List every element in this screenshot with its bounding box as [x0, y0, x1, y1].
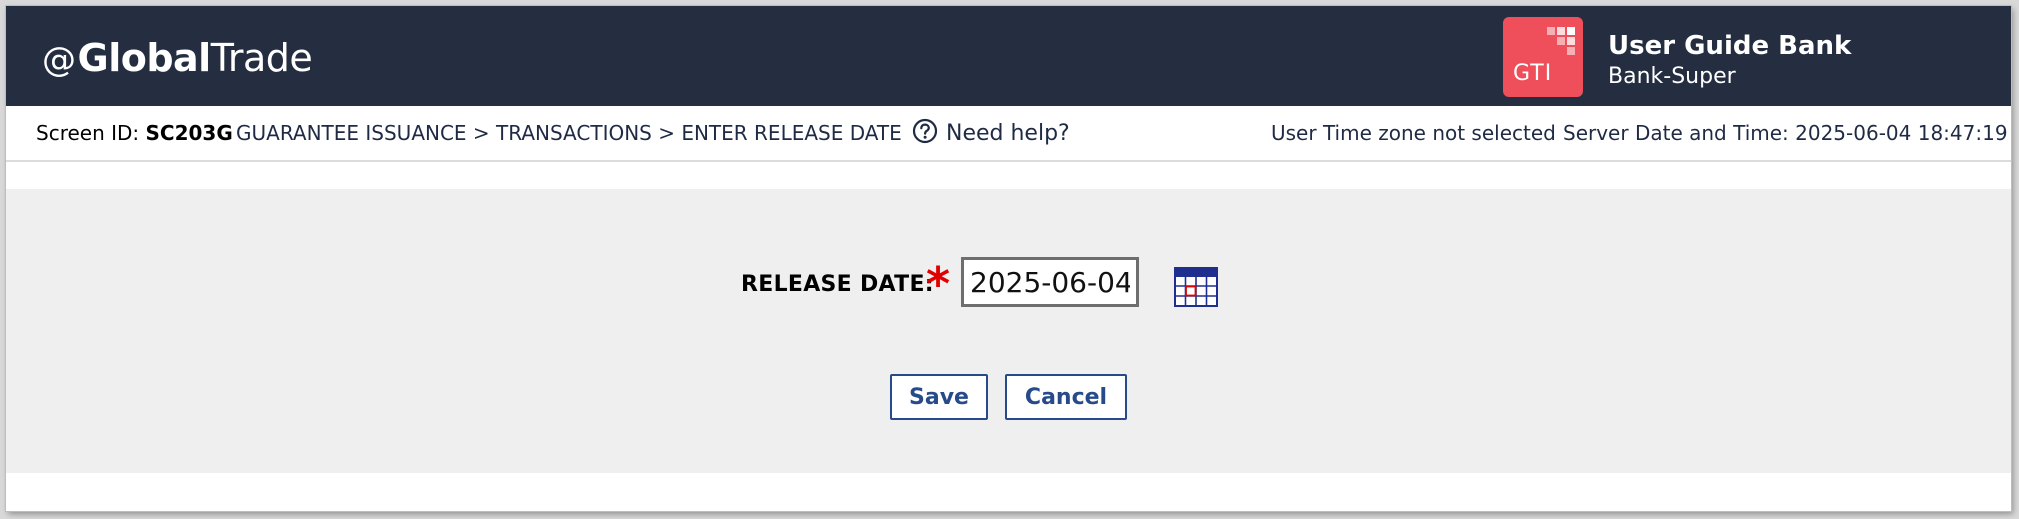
info-bar: Screen ID: SC203G GUARANTEE ISSUANCE > T… [6, 106, 2011, 162]
server-date-time: Server Date and Time: 2025-06-04 18:47:1… [1563, 121, 2008, 145]
user-name: User Guide Bank [1608, 31, 1852, 61]
release-date-form: RELEASE DATE: * Save Cancel [6, 189, 2011, 473]
app-header: @GlobalTrade GTI User Guide Bank Bank-Su… [6, 6, 2011, 106]
required-marker: * [926, 257, 951, 311]
screen-id-value: SC203G [145, 121, 233, 145]
user-role: Bank-Super [1608, 64, 1736, 89]
brand-at: @ [42, 40, 76, 80]
logo-text: GTI [1513, 61, 1553, 86]
screen-id-label: Screen ID: [36, 121, 140, 145]
brand-global: Global [77, 36, 212, 80]
screen-id: Screen ID: SC203G [36, 121, 233, 145]
app-window: @GlobalTrade GTI User Guide Bank Bank-Su… [6, 6, 2011, 511]
question-circle-icon [912, 118, 938, 144]
save-button[interactable]: Save [890, 374, 988, 420]
timezone-status: User Time zone not selected [1271, 121, 1556, 145]
cancel-button[interactable]: Cancel [1005, 374, 1127, 420]
brand-trade: Trade [210, 36, 313, 80]
need-help-link[interactable]: Need help? [912, 118, 1070, 146]
release-date-input[interactable] [961, 257, 1139, 307]
gti-logo: GTI [1503, 17, 1583, 97]
release-date-label: RELEASE DATE: [741, 272, 934, 297]
need-help-label: Need help? [946, 121, 1070, 146]
breadcrumb: GUARANTEE ISSUANCE > TRANSACTIONS > ENTE… [236, 121, 902, 145]
user-info: User Guide Bank Bank-Super [1608, 30, 1851, 92]
calendar-icon[interactable] [1174, 267, 1218, 307]
brand-logo: @GlobalTrade [42, 36, 313, 82]
